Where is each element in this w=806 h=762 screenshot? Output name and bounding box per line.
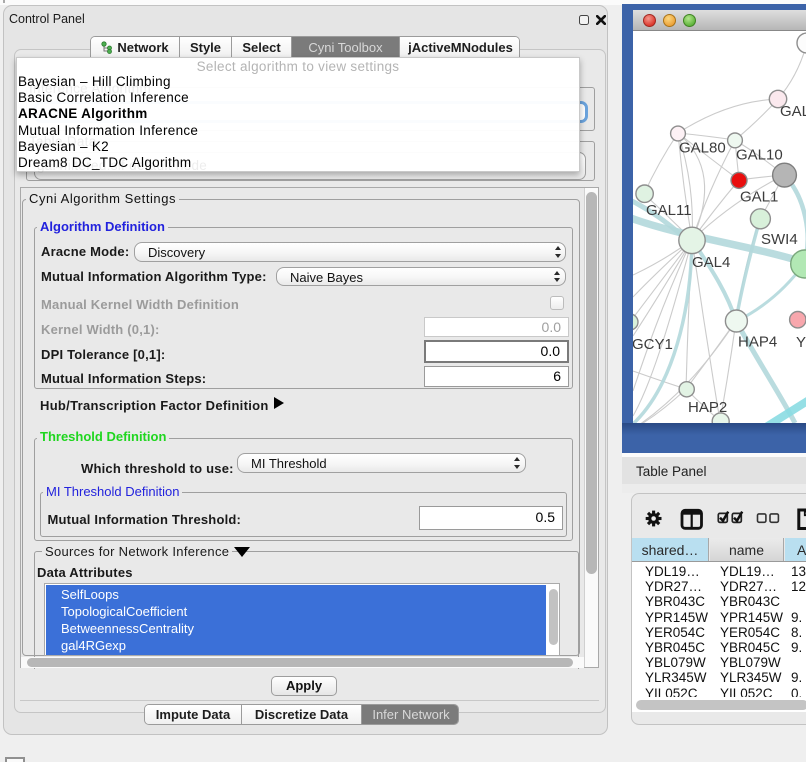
svg-text:HAP2: HAP2 bbox=[688, 399, 727, 416]
svg-text:GAL11: GAL11 bbox=[646, 202, 692, 219]
svg-text:Y: Y bbox=[796, 334, 806, 351]
svg-text:GAL1: GAL1 bbox=[740, 189, 778, 206]
svg-text:GAL4: GAL4 bbox=[692, 254, 730, 271]
svg-text:GCY1: GCY1 bbox=[633, 336, 673, 353]
svg-text:GAL7: GAL7 bbox=[780, 103, 806, 120]
svg-text:GAL10: GAL10 bbox=[736, 147, 783, 164]
svg-text:GAL80: GAL80 bbox=[679, 140, 726, 157]
svg-text:SWI4: SWI4 bbox=[761, 231, 798, 248]
svg-text:HAP4: HAP4 bbox=[738, 334, 777, 351]
